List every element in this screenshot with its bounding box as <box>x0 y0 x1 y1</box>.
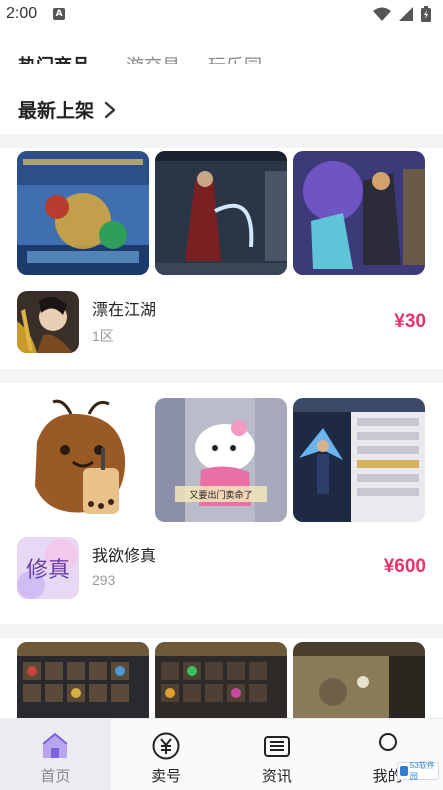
signal-icon <box>399 7 413 21</box>
nav-home[interactable]: 首页 <box>0 719 111 790</box>
category-tabs: 热门商品 游交易 玩乐园 <box>0 46 443 64</box>
wifi-icon <box>373 7 391 21</box>
notification-a-icon: A <box>53 8 66 20</box>
listing-card[interactable]: 漂在江湖 1区 ¥30 <box>0 148 443 370</box>
home-icon <box>42 732 69 758</box>
section-title: 最新上架 <box>18 100 95 122</box>
price: ¥600 <box>383 556 426 577</box>
game-screenshot[interactable] <box>155 151 287 275</box>
cat-meme-image[interactable]: 又要出门卖命了 <box>155 398 287 522</box>
listing-thumbnails <box>17 151 425 275</box>
cat-meme-caption: 又要出门卖命了 <box>189 489 252 501</box>
game-icon[interactable] <box>17 291 79 353</box>
tab-hot-items[interactable]: 热门商品 <box>18 52 90 64</box>
status-bar: 2:00 A <box>0 0 443 28</box>
battery-icon <box>421 6 431 22</box>
divider <box>0 134 443 148</box>
profile-icon <box>378 733 397 751</box>
nav-news[interactable]: 资讯 <box>222 719 333 790</box>
divider <box>0 624 443 638</box>
game-screenshot[interactable] <box>17 151 149 275</box>
game-screenshot[interactable] <box>293 151 425 275</box>
bottom-nav: 首页 卖号 资讯 我的 53软件园 <box>0 718 443 790</box>
nav-sell[interactable]: 卖号 <box>111 719 222 790</box>
game-name: 漂在江湖 <box>92 300 157 319</box>
status-indicators <box>373 6 431 22</box>
divider <box>0 369 443 383</box>
section-header-new-arrivals[interactable]: 最新上架 <box>18 96 116 123</box>
news-icon <box>263 736 290 757</box>
game-logo-text: 修真 <box>26 558 70 583</box>
game-screenshot[interactable] <box>293 398 425 522</box>
chevron-right-icon <box>104 101 116 118</box>
yen-icon <box>152 732 180 760</box>
nav-label: 卖号 <box>151 767 182 785</box>
listing-thumbnails: 又要出门卖命了 <box>17 398 425 522</box>
listing-card[interactable]: 又要出门卖命了 修真 我欲修真 293 ¥600 <box>0 383 443 623</box>
server-label: 293 <box>92 572 116 588</box>
nav-label: 首页 <box>40 767 71 785</box>
tab-game-trade[interactable]: 游交易 <box>126 52 180 64</box>
server-label: 1区 <box>92 328 114 344</box>
status-time: 2:00 <box>6 5 38 22</box>
nav-label: 资讯 <box>261 767 292 785</box>
price: ¥30 <box>394 311 426 332</box>
game-name: 我欲修真 <box>92 546 157 565</box>
game-icon[interactable]: 修真 <box>17 537 79 599</box>
tab-fun-park[interactable]: 玩乐园 <box>208 52 262 64</box>
listing-card[interactable] <box>0 638 443 766</box>
boba-mascot-image[interactable] <box>17 398 149 522</box>
nav-profile[interactable]: 我的 53软件园 <box>332 719 443 790</box>
watermark-text: 53软件园 <box>409 761 435 781</box>
watermark-logo-icon <box>400 766 408 776</box>
watermark-badge: 53软件园 <box>397 761 439 781</box>
